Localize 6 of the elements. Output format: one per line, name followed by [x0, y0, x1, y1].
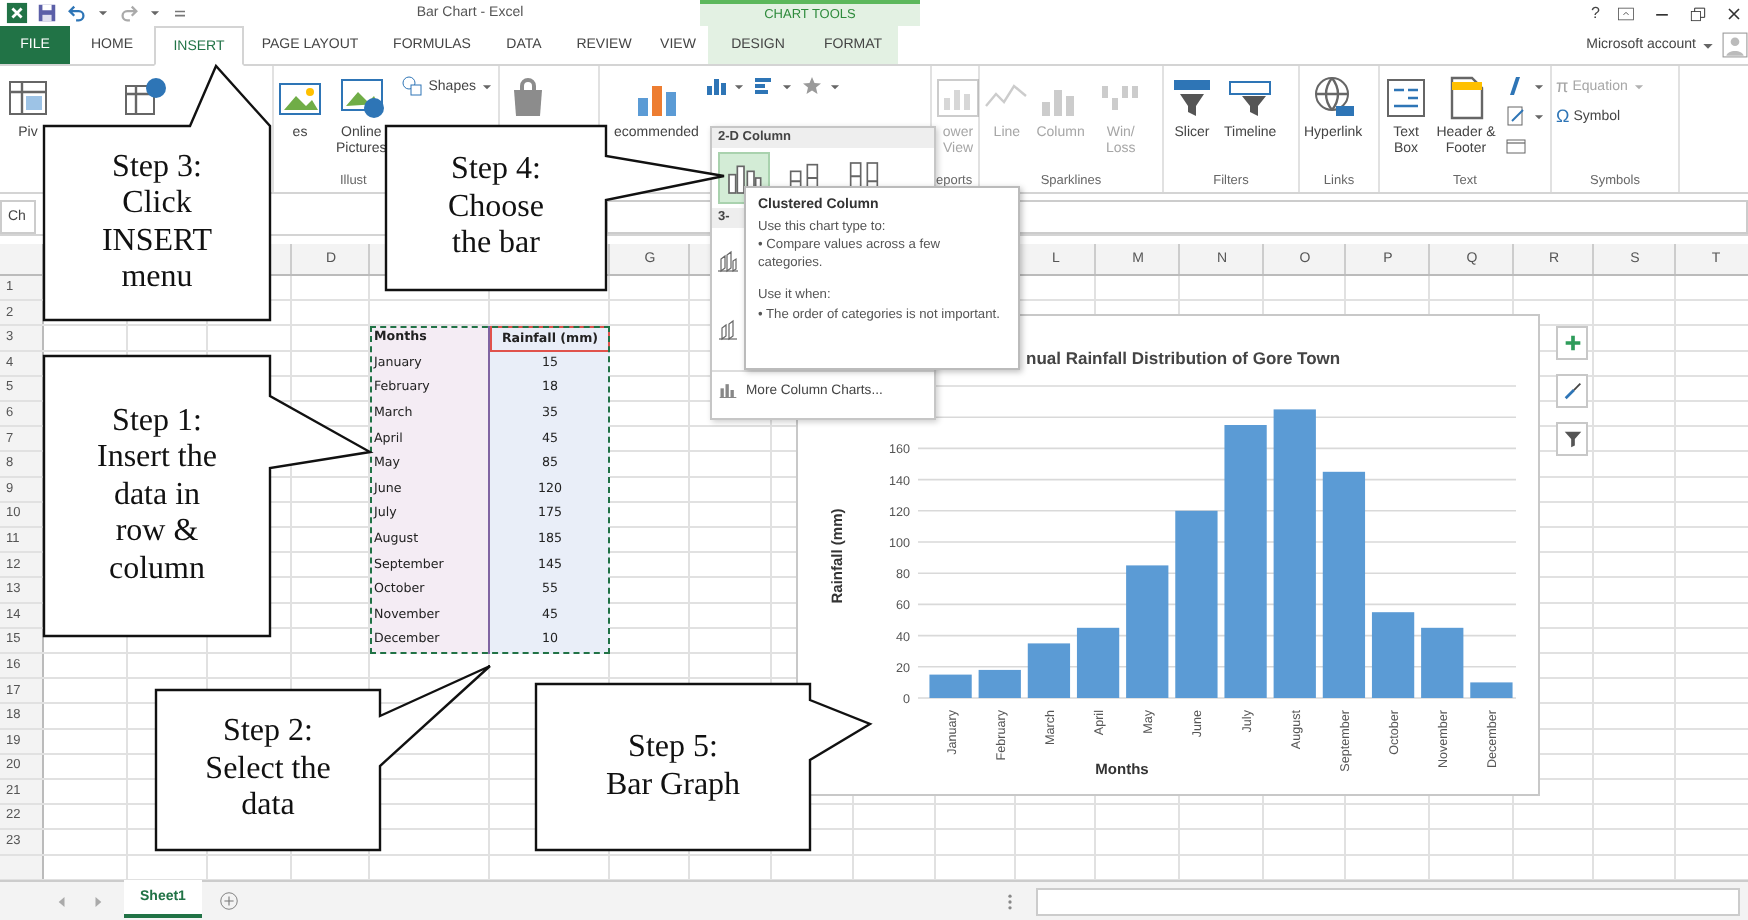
callout-text: Step 2: Select the data	[205, 714, 331, 826]
chart-title: nual Rainfall Distribution of Gore Town	[1026, 348, 1341, 368]
callout-text: Step 5: Bar Graph	[605, 730, 741, 804]
callout-text: Step 3: Click INSERT menu	[101, 149, 213, 297]
callout-text: Step 1: Insert the data in row & column	[97, 403, 217, 589]
callout-text: Step 4: Choose the bar	[448, 152, 544, 264]
